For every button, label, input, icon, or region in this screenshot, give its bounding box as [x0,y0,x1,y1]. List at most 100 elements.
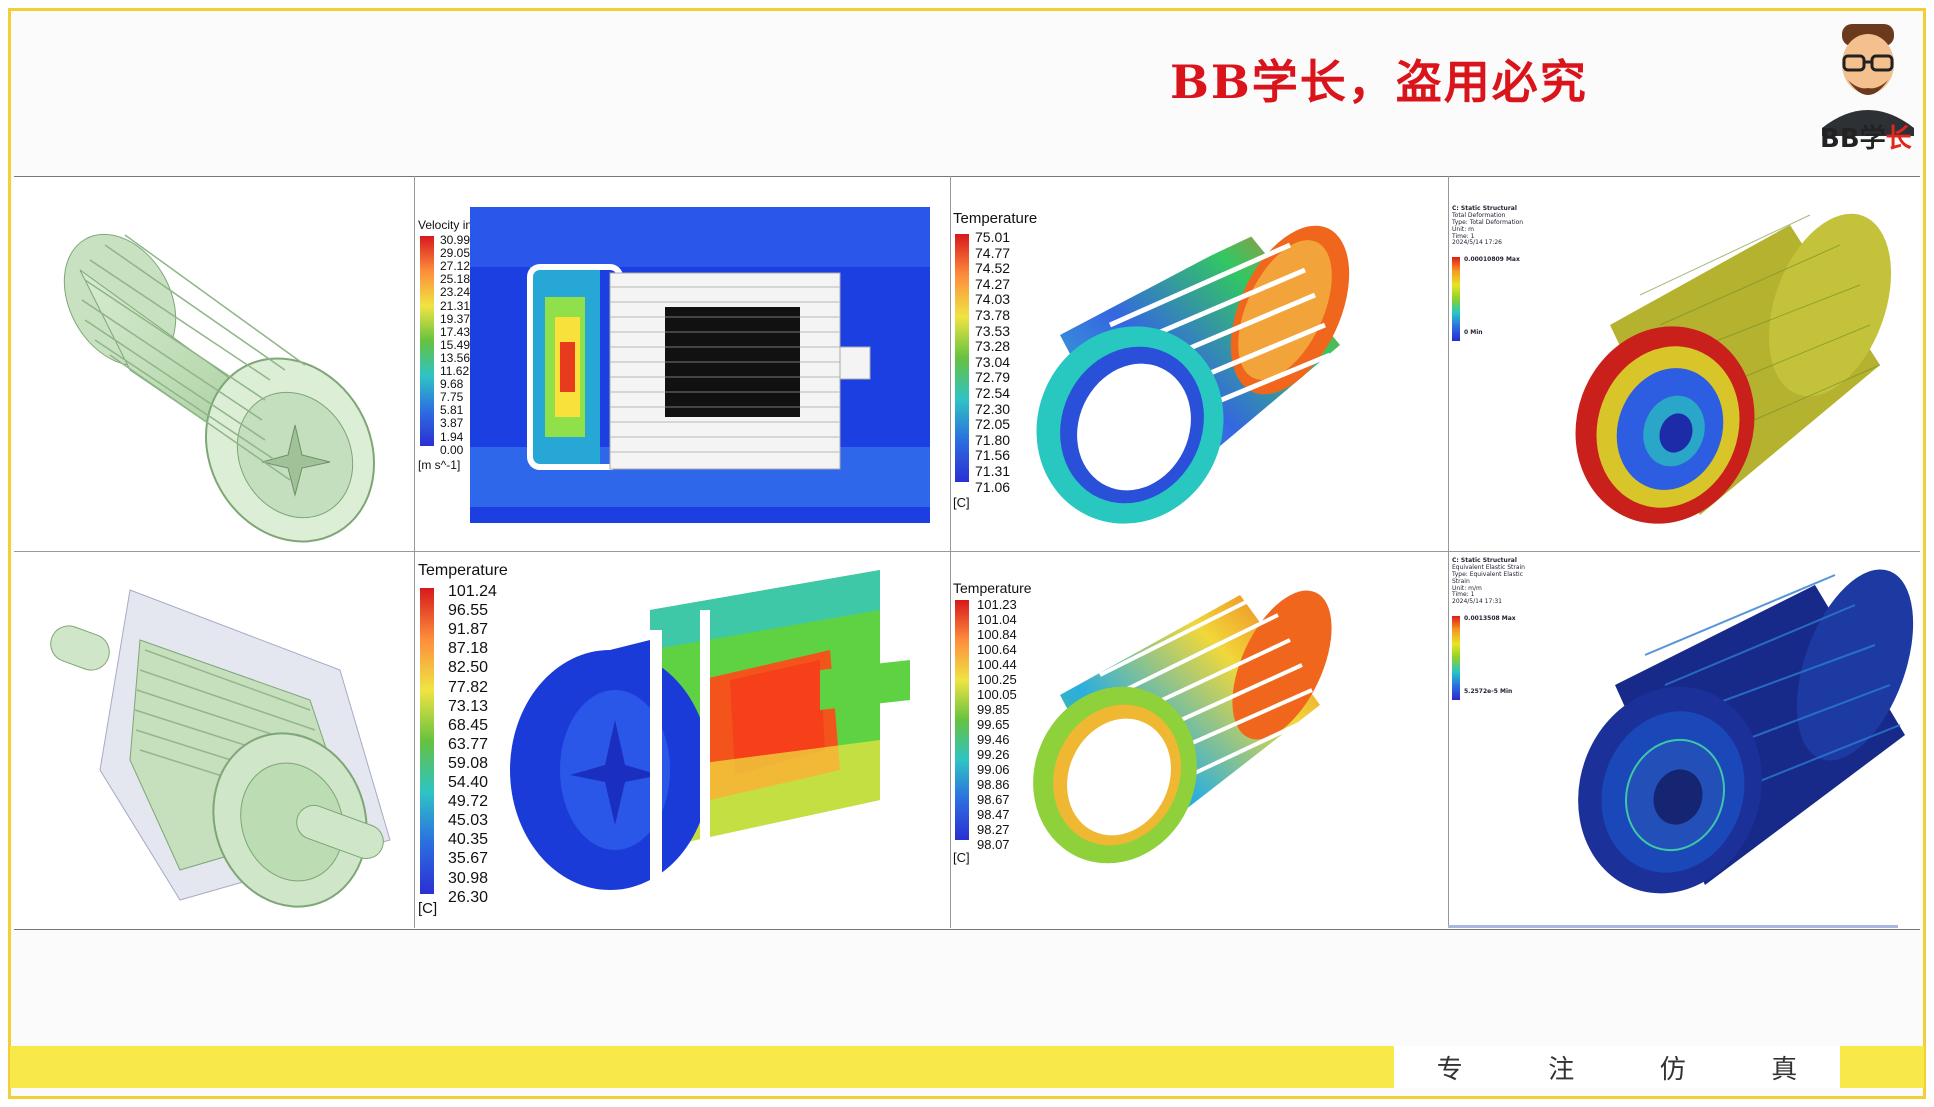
logo-text: BB学长 [1820,124,1912,154]
legend-value: 99.46 [977,732,1010,747]
legend-value: 59.08 [448,754,489,772]
legend-value: 3.87 [440,416,464,431]
grid-divider [14,551,1920,552]
footer-char: 注 [1548,1054,1575,1085]
legend-value: 72.79 [975,369,1011,386]
legend-value: 73.04 [975,353,1011,370]
legend-value: 72.30 [975,400,1011,417]
legend-value: 71.31 [975,463,1011,479]
legend-value: 101.24 [448,583,497,600]
legend-value: 98.07 [977,837,1010,852]
legend-value: 68.45 [448,716,489,734]
legend-value: 0.00 [440,442,464,457]
legend-value: 100.44 [977,657,1017,672]
grid-divider [950,176,951,928]
legend-value: 99.06 [977,762,1010,777]
footer-char: 真 [1771,1054,1798,1085]
legend-value: 40.35 [448,831,489,849]
legend-value: 73.13 [448,697,489,715]
deformation-legend: C: Static Structural Total Deformation T… [1452,205,1542,342]
legend-value: 45.03 [448,812,489,830]
rotor-temperature-image [1036,222,1350,524]
legend-value: 74.77 [975,244,1011,261]
legend-value: 74.52 [975,260,1011,277]
legend-value: 100.64 [977,642,1017,657]
legend-value: 100.84 [977,627,1017,642]
legend-value: 72.05 [975,416,1011,433]
legend-unit: [C] [953,850,970,865]
legend-value: 98.47 [977,807,1010,822]
legend-title: Temperature [418,562,508,579]
legend-value: 5.81 [440,403,464,418]
velocity-contour-image [470,207,930,523]
legend-value: 35.67 [448,850,489,868]
legend-value: 100.25 [977,672,1017,687]
cutaway-temperature-image [510,570,910,890]
legend-value: 74.03 [975,291,1011,308]
legend-value: 101.23 [977,597,1017,612]
grid-divider [1448,176,1449,928]
legend-value: 72.54 [975,385,1011,401]
footer-bar [10,1046,1394,1088]
legend-value: 91.87 [448,621,489,639]
legend-value: 7.75 [440,390,464,405]
motor-housing-image [50,589,391,908]
footer-slogan: 专 注 仿 真 [1394,1046,1840,1088]
legend-value: 30.99 [440,233,471,247]
legend-value: 99.26 [977,747,1010,762]
legend-value: 11.62 [440,364,470,378]
legend-value: 71.56 [975,447,1011,464]
legend-value: 49.72 [448,793,489,811]
legend-value: 99.85 [977,702,1010,717]
legend-value: 73.28 [975,338,1011,355]
legend-value: 21.31 [440,298,471,313]
legend-title: Velocity in Stn Frame [418,218,531,232]
legend-value: 82.50 [448,659,489,677]
legend-value: 25.18 [440,272,471,287]
panel-underline [1448,925,1898,928]
legend-value: 77.82 [448,678,489,696]
strain-mesh-image [1578,569,1914,894]
legend-value: 98.67 [977,792,1010,807]
legend-value: 87.18 [448,640,489,658]
velocity-legend: Velocity in Stn Frame 30.9929.0527.1225.… [418,218,531,478]
legend-value: 30.98 [448,869,489,887]
legend-value: 71.06 [975,478,1011,495]
legend-unit: [C] [953,495,970,510]
deformation-mesh-image [1575,213,1892,524]
grid-divider [414,176,415,928]
temperature-legend-bottom-left: Temperature 101.24 96.55 91.87 87.18 82.50 77… [418,562,508,922]
legend-value: 98.27 [977,822,1010,837]
legend-value: 100.05 [977,687,1017,702]
legend-value: 13.56 [440,350,471,365]
footer-char: 仿 [1659,1054,1686,1085]
legend-value: 15.49 [440,337,471,352]
legend-value: 73.78 [975,307,1011,323]
legend-value: 29.05 [440,246,471,261]
legend-unit: [C] [418,900,438,917]
legend-value: 9.68 [440,377,464,392]
motor-model-image [63,233,376,543]
legend-value: 73.53 [975,322,1011,339]
legend-value: 75.01 [975,229,1011,245]
legend-value: 63.77 [448,735,489,753]
legend-value: 74.27 [975,275,1011,292]
legend-value: 54.40 [448,774,489,791]
legend-value: 96.55 [448,602,489,620]
rotor-temperature-image-2 [1033,590,1332,864]
legend-value: 99.65 [977,717,1010,732]
legend-value: 19.37 [440,311,471,326]
footer-char: 专 [1436,1054,1463,1085]
legend-value: 98.86 [977,777,1010,792]
footer-bar-right [1840,1046,1924,1088]
legend-unit: [m s^-1] [418,458,461,472]
watermark-text: BB学长，盗用必究 [1170,55,1588,109]
legend-value: 1.94 [440,429,464,444]
legend-value: 23.24 [440,285,471,300]
legend-value: 27.12 [440,259,471,274]
strain-legend: C: Static Structural Equivalent Elastic … [1452,557,1542,701]
legend-value: 71.80 [975,431,1011,448]
legend-value: 101.04 [977,612,1017,627]
legend-value: 17.43 [440,324,471,339]
legend-value: 26.30 [448,888,489,906]
